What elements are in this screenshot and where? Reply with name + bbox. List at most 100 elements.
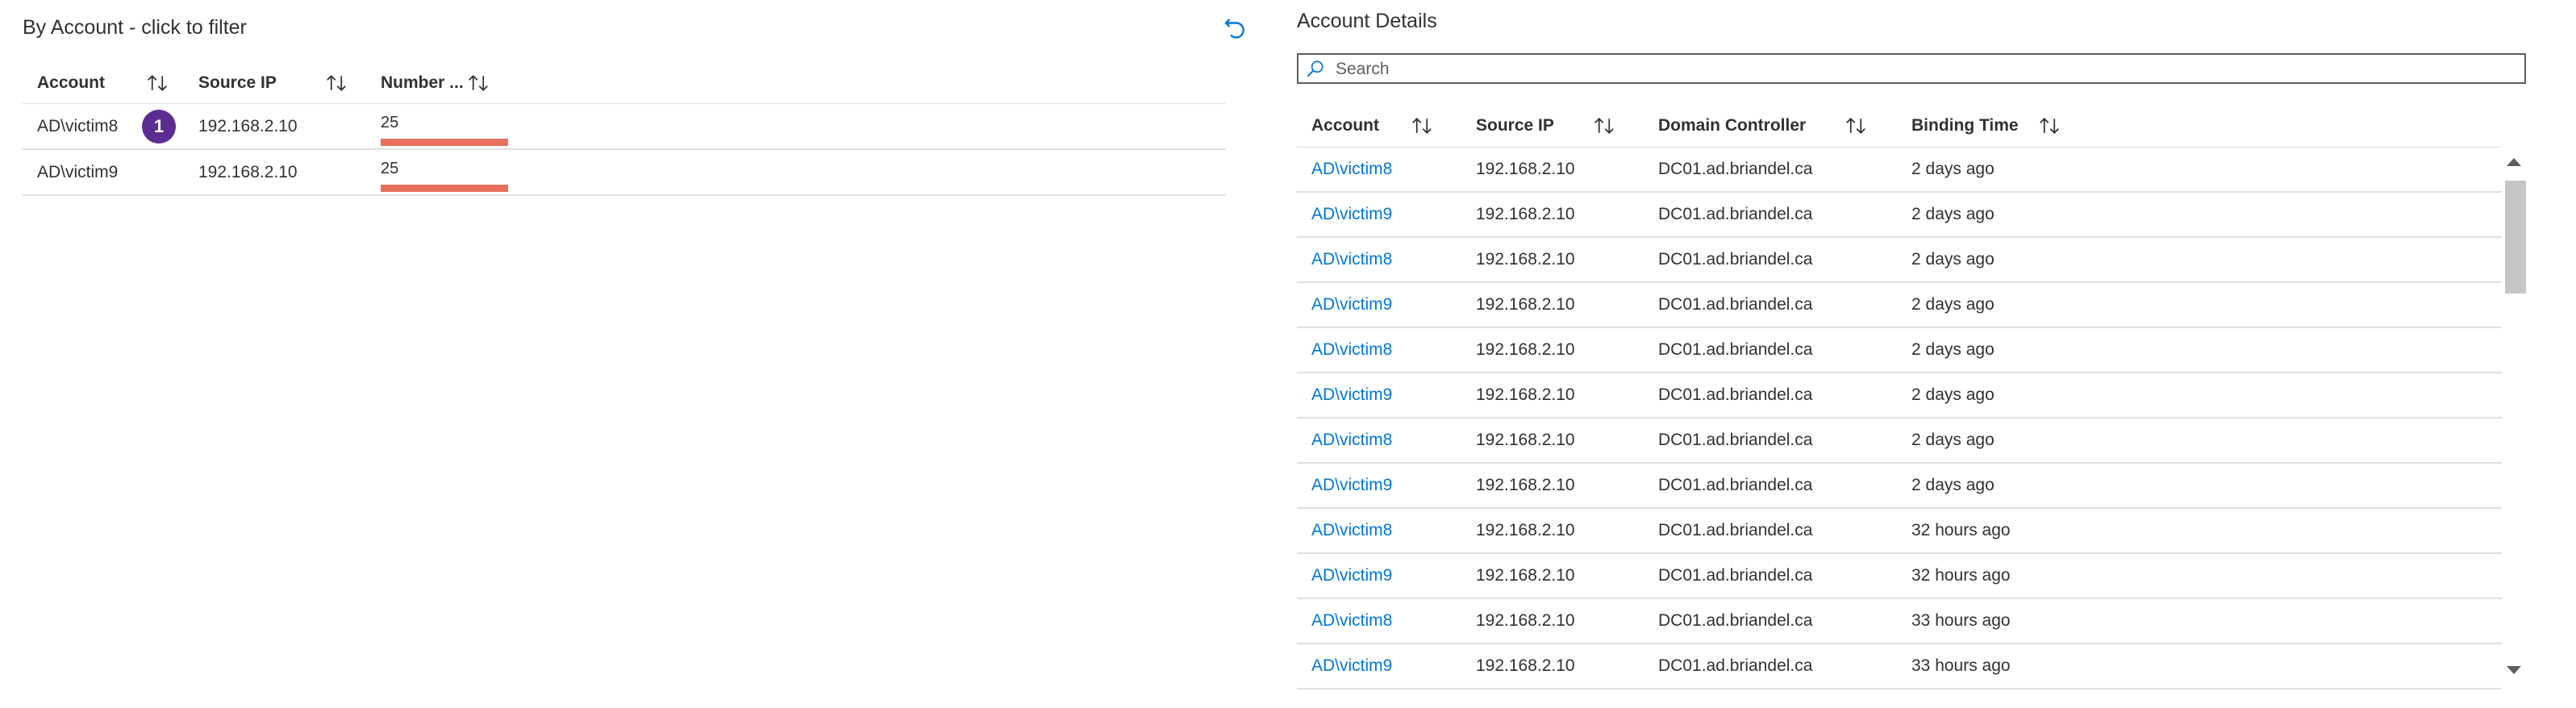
source-ip-cell: 192.168.2.10: [1461, 373, 1644, 419]
account-link[interactable]: AD\victim9: [1297, 373, 1461, 419]
account-details-title: Account Details: [1297, 10, 1437, 32]
number-bar: [381, 185, 508, 192]
number-bar: [381, 139, 508, 146]
sort-icon[interactable]: [1844, 114, 1868, 138]
undo-icon[interactable]: [1221, 15, 1250, 44]
scroll-down-icon[interactable]: [2507, 666, 2521, 674]
sort-icon[interactable]: [1410, 114, 1434, 138]
column-header-account[interactable]: Account: [23, 63, 184, 104]
by-account-table: Account Source IP Number ... AD\victim8 …: [23, 63, 1226, 196]
account-link[interactable]: AD\victim8: [1297, 598, 1461, 644]
account-link[interactable]: AD\victim8: [1297, 237, 1461, 283]
account-link[interactable]: AD\victim9: [1297, 643, 1461, 689]
table-row[interactable]: AD\victim8 192.168.2.10 DC01.ad.briandel.c…: [1297, 508, 2502, 554]
sort-icon[interactable]: [466, 71, 490, 95]
binding-time-cell: 2 days ago: [1897, 237, 2502, 283]
table-row[interactable]: AD\victim8 192.168.2.10 25: [23, 103, 1226, 150]
domain-controller-cell: DC01.ad.briandel.ca: [1644, 373, 1897, 419]
domain-controller-cell: DC01.ad.briandel.ca: [1644, 598, 1897, 644]
sort-icon[interactable]: [145, 71, 169, 95]
table-row[interactable]: AD\victim9 192.168.2.10 DC01.ad.briandel.c…: [1297, 373, 2502, 419]
binding-time-cell: 2 days ago: [1897, 327, 2502, 373]
by-account-panel: By Account - click to filter Account Sou…: [0, 0, 1244, 708]
domain-controller-cell: DC01.ad.briandel.ca: [1644, 418, 1897, 464]
scrollbar-thumb[interactable]: [2505, 181, 2526, 294]
binding-time-cell: 2 days ago: [1897, 147, 2502, 193]
domain-controller-cell: DC01.ad.briandel.ca: [1644, 508, 1897, 554]
sort-icon[interactable]: [1592, 114, 1616, 138]
by-account-title: By Account - click to filter: [23, 16, 247, 39]
number-value: 25: [381, 160, 399, 177]
domain-controller-cell: DC01.ad.briandel.ca: [1644, 327, 1897, 373]
search-box[interactable]: [1297, 53, 2526, 84]
source-ip-cell: 192.168.2.10: [1461, 643, 1644, 689]
binding-time-cell: 2 days ago: [1897, 463, 2502, 509]
domain-controller-cell: DC01.ad.briandel.ca: [1644, 643, 1897, 689]
account-link[interactable]: AD\victim8: [1297, 508, 1461, 554]
binding-time-cell: 2 days ago: [1897, 418, 2502, 464]
scroll-up-icon[interactable]: [2507, 158, 2521, 166]
table-row[interactable]: AD\victim9 192.168.2.10 DC01.ad.briandel.c…: [1297, 192, 2502, 238]
source-ip-cell: 192.168.2.10: [1461, 553, 1644, 599]
source-ip-cell: 192.168.2.10: [1461, 598, 1644, 644]
sort-icon[interactable]: [324, 71, 348, 95]
account-link[interactable]: AD\victim9: [1297, 553, 1461, 599]
vertical-scrollbar[interactable]: [2502, 150, 2526, 682]
binding-time-cell: 33 hours ago: [1897, 598, 2502, 644]
account-details-table: Account Source IP Domain Controller Bind…: [1297, 105, 2502, 689]
account-details-panel: Account Details Account Source IP Domain…: [1290, 0, 2532, 708]
step-badge: 1: [142, 110, 176, 144]
source-ip-cell: 192.168.2.10: [1461, 418, 1644, 464]
table-row[interactable]: AD\victim9 192.168.2.10 DC01.ad.briandel.c…: [1297, 282, 2502, 328]
binding-time-cell: 32 hours ago: [1897, 553, 2502, 599]
number-cell: 25: [366, 103, 1226, 150]
source-ip-cell: 192.168.2.10: [1461, 282, 1644, 328]
column-header-number[interactable]: Number ...: [366, 63, 1226, 104]
table-row[interactable]: AD\victim9 192.168.2.10 DC01.ad.briandel.c…: [1297, 553, 2502, 599]
column-header-source-ip[interactable]: Source IP: [184, 63, 366, 104]
source-ip-cell: 192.168.2.10: [184, 149, 366, 196]
account-link[interactable]: AD\victim8: [1297, 147, 1461, 193]
column-header-source-ip[interactable]: Source IP: [1461, 105, 1644, 148]
binding-time-cell: 32 hours ago: [1897, 508, 2502, 554]
table-row[interactable]: AD\victim8 192.168.2.10 DC01.ad.briandel.c…: [1297, 418, 2502, 464]
sort-icon[interactable]: [2037, 114, 2061, 138]
number-value: 25: [381, 114, 399, 131]
account-link[interactable]: AD\victim8: [1297, 327, 1461, 373]
source-ip-cell: 192.168.2.10: [1461, 463, 1644, 509]
table-row[interactable]: AD\victim8 192.168.2.10 DC01.ad.briandel.c…: [1297, 147, 2502, 193]
binding-time-cell: 2 days ago: [1897, 373, 2502, 419]
binding-time-cell: 33 hours ago: [1897, 643, 2502, 689]
account-cell: AD\victim9: [23, 149, 184, 196]
domain-controller-cell: DC01.ad.briandel.ca: [1644, 237, 1897, 283]
search-input[interactable]: [1334, 57, 2515, 81]
binding-time-cell: 2 days ago: [1897, 282, 2502, 328]
binding-time-cell: 2 days ago: [1897, 192, 2502, 238]
domain-controller-cell: DC01.ad.briandel.ca: [1644, 553, 1897, 599]
domain-controller-cell: DC01.ad.briandel.ca: [1644, 282, 1897, 328]
search-icon: [1307, 60, 1323, 77]
account-link[interactable]: AD\victim9: [1297, 282, 1461, 328]
table-row[interactable]: AD\victim8 192.168.2.10 DC01.ad.briandel.c…: [1297, 598, 2502, 644]
account-link[interactable]: AD\victim9: [1297, 463, 1461, 509]
source-ip-cell: 192.168.2.10: [1461, 327, 1644, 373]
column-header-account[interactable]: Account: [1297, 105, 1461, 148]
source-ip-cell: 192.168.2.10: [184, 103, 366, 150]
table-row[interactable]: AD\victim8 192.168.2.10 DC01.ad.briandel.c…: [1297, 327, 2502, 373]
source-ip-cell: 192.168.2.10: [1461, 192, 1644, 238]
account-link[interactable]: AD\victim8: [1297, 418, 1461, 464]
domain-controller-cell: DC01.ad.briandel.ca: [1644, 463, 1897, 509]
account-link[interactable]: AD\victim9: [1297, 192, 1461, 238]
column-header-binding-time[interactable]: Binding Time: [1897, 105, 2502, 148]
source-ip-cell: 192.168.2.10: [1461, 147, 1644, 193]
source-ip-cell: 192.168.2.10: [1461, 237, 1644, 283]
domain-controller-cell: DC01.ad.briandel.ca: [1644, 192, 1897, 238]
domain-controller-cell: DC01.ad.briandel.ca: [1644, 147, 1897, 193]
table-row[interactable]: AD\victim8 192.168.2.10 DC01.ad.briandel.c…: [1297, 237, 2502, 283]
source-ip-cell: 192.168.2.10: [1461, 508, 1644, 554]
table-row[interactable]: AD\victim9 192.168.2.10 DC01.ad.briandel.c…: [1297, 463, 2502, 509]
number-cell: 25: [366, 149, 1226, 196]
column-header-domain-controller[interactable]: Domain Controller: [1644, 105, 1897, 148]
table-row[interactable]: AD\victim9 192.168.2.10 25: [23, 149, 1226, 196]
table-row[interactable]: AD\victim9 192.168.2.10 DC01.ad.briandel.c…: [1297, 643, 2502, 689]
